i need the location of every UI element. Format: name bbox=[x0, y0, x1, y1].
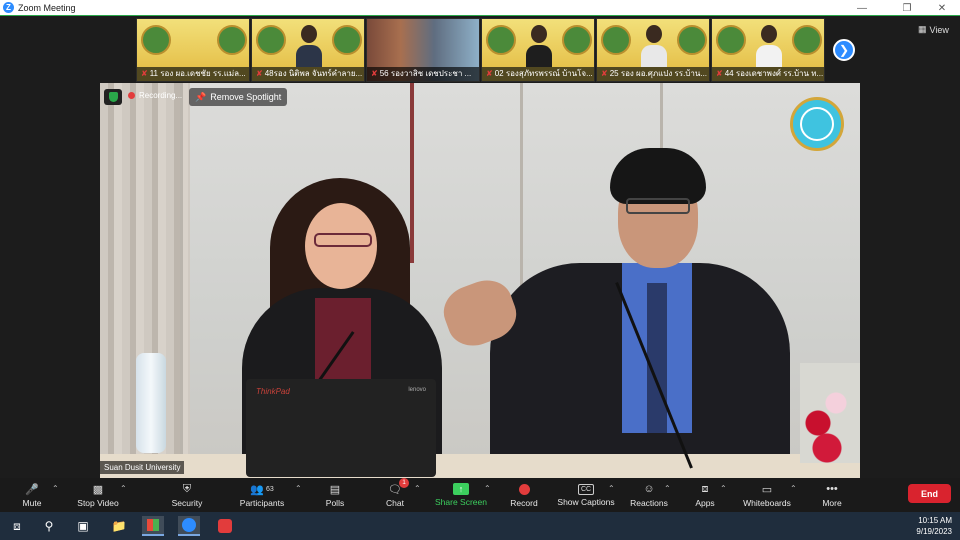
apps-icon: ⧈ bbox=[701, 482, 709, 495]
end-meeting-button[interactable]: End bbox=[908, 484, 951, 503]
whiteboards-options-caret[interactable]: ⌃ bbox=[790, 484, 797, 493]
laptop-brand-right: lenovo bbox=[408, 387, 426, 393]
stop-video-button[interactable]: ▩ Stop Video bbox=[70, 478, 126, 512]
remove-spotlight-label: Remove Spotlight bbox=[210, 92, 282, 102]
people-icon: 👥 bbox=[250, 483, 264, 496]
meeting-toolbar: 🎤 Mute ⌃ ▩ Stop Video ⌃ ⛨ Security 👥 63 … bbox=[0, 478, 960, 512]
file-explorer-icon[interactable]: 📁 bbox=[108, 516, 130, 536]
record-icon bbox=[516, 482, 532, 496]
participants-button[interactable]: 👥 63 Participants bbox=[234, 478, 290, 512]
recording-label: Recording... bbox=[139, 91, 183, 100]
encryption-shield-icon[interactable] bbox=[104, 89, 122, 105]
chat-badge: 1 bbox=[399, 478, 409, 488]
participant-thumbnail[interactable]: ✘ 11 รอง ผอ.เดชชัย รร.แม่ล... bbox=[136, 18, 250, 82]
muted-mic-icon: ✘ bbox=[371, 69, 378, 78]
participant-name: 11 รอง ผอ.เดชชัย รร.แม่ล... bbox=[149, 69, 246, 78]
zoom-logo-icon: Z bbox=[3, 2, 14, 13]
grid-view-icon: ▦ bbox=[918, 24, 927, 34]
whiteboard-icon: ▭ bbox=[761, 483, 773, 496]
pin-icon: 📌 bbox=[195, 91, 207, 102]
spotlight-video: ThinkPad lenovo bbox=[100, 83, 860, 490]
windows-start-icon[interactable]: ⧈ bbox=[6, 516, 28, 536]
laptop-brand-left: ThinkPad bbox=[256, 387, 290, 396]
polls-button[interactable]: ▤ Polls bbox=[320, 478, 350, 512]
participant-thumbnail[interactable]: ✘ 25 รอง ผอ.ศุภแปง รร.บ้าน... bbox=[596, 18, 710, 82]
system-clock[interactable]: 10:15 AM 9/19/2023 bbox=[916, 515, 952, 537]
zoom-app-icon[interactable] bbox=[178, 516, 200, 536]
search-icon[interactable]: ⚲ bbox=[38, 516, 60, 536]
chat-bubble-icon: 🗨 1 bbox=[387, 478, 409, 496]
captions-options-caret[interactable]: ⌃ bbox=[608, 484, 615, 493]
view-label: View bbox=[929, 24, 949, 35]
shield-icon: ⛨ bbox=[182, 482, 192, 495]
more-dots-icon: ••• bbox=[826, 483, 838, 495]
water-bottle bbox=[136, 353, 166, 453]
muted-mic-icon: ✘ bbox=[601, 69, 608, 78]
view-button[interactable]: ▦ View bbox=[918, 24, 949, 35]
flower-arrangement bbox=[800, 363, 860, 463]
record-button[interactable]: Record bbox=[506, 478, 542, 512]
participants-options-caret[interactable]: ⌃ bbox=[295, 484, 302, 493]
more-button[interactable]: ••• More bbox=[818, 478, 846, 512]
share-options-caret[interactable]: ⌃ bbox=[484, 484, 491, 493]
clock-date: 9/19/2023 bbox=[916, 527, 952, 536]
participant-name: 44 รองเดชาพงศ์ รร.บ้าน ท... bbox=[724, 69, 824, 78]
window-title: Zoom Meeting bbox=[18, 2, 76, 13]
share-screen-button[interactable]: ↑ Share Screen bbox=[434, 478, 488, 512]
window-titlebar: Z Zoom Meeting — ❐ ✕ bbox=[0, 0, 960, 16]
restore-icon[interactable]: ❐ bbox=[893, 0, 921, 16]
store-app-icon[interactable] bbox=[142, 516, 164, 536]
recording-indicator[interactable]: Recording... bbox=[128, 91, 182, 100]
chat-options-caret[interactable]: ⌃ bbox=[414, 484, 421, 493]
university-logo bbox=[790, 97, 844, 151]
security-button[interactable]: ⛨ Security bbox=[164, 478, 210, 512]
clock-time: 10:15 AM bbox=[918, 516, 952, 525]
apps-options-caret[interactable]: ⌃ bbox=[720, 484, 727, 493]
whiteboards-button[interactable]: ▭ Whiteboards bbox=[740, 478, 794, 512]
chevron-right-icon: ❯ bbox=[838, 43, 850, 57]
next-page-button[interactable]: ❯ bbox=[833, 39, 855, 61]
recording-dot-icon bbox=[128, 92, 135, 99]
close-icon[interactable]: ✕ bbox=[928, 0, 956, 16]
participant-thumbnail[interactable]: ✘ 02 รองสุภัทรพรรณ์ บ้านโจ... bbox=[481, 18, 595, 82]
muted-mic-icon: ✘ bbox=[256, 69, 263, 78]
reactions-options-caret[interactable]: ⌃ bbox=[664, 484, 671, 493]
mute-options-caret[interactable]: ⌃ bbox=[52, 484, 59, 493]
muted-mic-icon: ✘ bbox=[716, 69, 723, 78]
windows-taskbar: ⧈ ⚲ ▣ 📁 10:15 AM 9/19/2023 bbox=[0, 512, 960, 540]
laptop: ThinkPad lenovo bbox=[246, 379, 436, 477]
chat-button[interactable]: 🗨 1 Chat bbox=[380, 478, 410, 512]
participant-name: 02 รองสุภัทรพรรณ์ บ้านโจ... bbox=[494, 69, 593, 78]
participant-name: 48รอง นิติพล จันทร์คำลาย... bbox=[264, 69, 363, 78]
mute-button[interactable]: 🎤 Mute bbox=[14, 478, 50, 512]
apps-button[interactable]: ⧈ Apps bbox=[690, 478, 720, 512]
minimize-icon[interactable]: — bbox=[848, 0, 876, 16]
task-view-icon[interactable]: ▣ bbox=[72, 516, 94, 536]
participants-count: 63 bbox=[265, 485, 274, 493]
video-options-caret[interactable]: ⌃ bbox=[120, 484, 127, 493]
smiley-icon: ☺ bbox=[643, 483, 655, 495]
participant-thumbnail[interactable]: ✘ 48รอง นิติพล จันทร์คำลาย... bbox=[251, 18, 365, 82]
share-arrow-icon: ↑ bbox=[453, 483, 469, 495]
show-captions-button[interactable]: CC Show Captions bbox=[556, 478, 616, 512]
video-camera-icon: ▩ bbox=[92, 483, 104, 496]
participant-name: 56 รองวาสิช เดชประชา ... bbox=[379, 69, 472, 78]
recording-app-icon[interactable] bbox=[214, 516, 236, 536]
speaker-name-label: Suan Dusit University bbox=[100, 461, 185, 474]
participant-name: 25 รอง ผอ.ศุภแปง รร.บ้าน... bbox=[609, 69, 708, 78]
participant-thumbnail[interactable]: ✘ 56 รองวาสิช เดชประชา ... bbox=[366, 18, 480, 82]
muted-mic-icon: ✘ bbox=[486, 69, 493, 78]
meeting-stage: ✘ 11 รอง ผอ.เดชชัย รร.แม่ล... ✘ 48รอง นิติ… bbox=[0, 16, 960, 490]
participant-thumbnail[interactable]: ✘ 44 รองเดชาพงศ์ รร.บ้าน ท... bbox=[711, 18, 825, 82]
cc-icon: CC bbox=[578, 483, 594, 495]
remove-spotlight-button[interactable]: 📌 Remove Spotlight bbox=[189, 88, 288, 106]
participant-thumbnails: ✘ 11 รอง ผอ.เดชชัย รร.แม่ล... ✘ 48รอง นิติ… bbox=[136, 18, 825, 82]
microphone-icon: 🎤 bbox=[25, 483, 39, 496]
muted-mic-icon: ✘ bbox=[141, 69, 148, 78]
bar-chart-icon: ▤ bbox=[329, 483, 341, 496]
